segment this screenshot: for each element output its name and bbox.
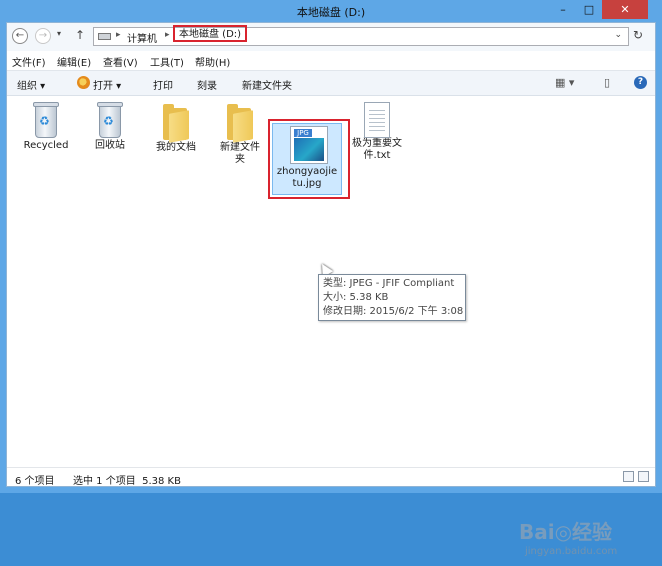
file-label: 回收站 bbox=[95, 140, 125, 151]
file-list-view[interactable]: ♻ Recycled ♻ 回收站 我的文档 新建文件夹 JPG zhongyao… bbox=[7, 96, 655, 557]
new-folder-button[interactable]: 新建文件夹 bbox=[242, 77, 292, 92]
menu-help[interactable]: 帮助(H) bbox=[195, 54, 230, 69]
file-label: 我的文档 bbox=[156, 142, 196, 153]
open-with-icon bbox=[77, 76, 90, 89]
file-item-new-folder[interactable]: 新建文件夹 bbox=[210, 102, 270, 166]
open-button[interactable]: 打开 ▾ bbox=[93, 77, 121, 92]
breadcrumb-separator[interactable]: ▸ bbox=[165, 30, 170, 40]
change-view-button[interactable]: ▦ ▾ bbox=[555, 76, 574, 89]
explorer-window: 本地磁盘 (D:) – □ ✕ ← → ▾ ↑ ▸ 计算机 ▸ 本地磁盘 (D:… bbox=[0, 0, 662, 557]
menu-edit[interactable]: 编辑(E) bbox=[57, 54, 91, 69]
tooltip-type: 类型: JPEG - JFIF Compliant bbox=[323, 278, 455, 289]
watermark-logo: Bai◎经验 bbox=[519, 520, 613, 544]
large-icons-view-icon[interactable] bbox=[638, 471, 649, 482]
forward-button[interactable]: → bbox=[35, 28, 51, 44]
tooltip-size: 大小: 5.38 KB bbox=[323, 292, 389, 303]
folder-icon bbox=[225, 102, 255, 143]
breadcrumb-computer[interactable]: 计算机 bbox=[127, 30, 157, 45]
details-view-icon[interactable] bbox=[623, 471, 634, 482]
up-button[interactable]: ↑ bbox=[75, 28, 85, 42]
file-label: 新建文件夹 bbox=[220, 142, 260, 165]
status-bar: 6 个项目 选中 1 个项目 5.38 KB bbox=[7, 467, 655, 487]
recent-locations-button[interactable]: ▾ bbox=[57, 29, 61, 38]
file-item-recycled[interactable]: ♻ Recycled bbox=[15, 102, 77, 152]
window-client: ← → ▾ ↑ ▸ 计算机 ▸ 本地磁盘 (D:) ⌄ ↻ 文件(F) 编辑(E… bbox=[6, 22, 656, 557]
text-file-icon bbox=[364, 102, 390, 138]
burn-button[interactable]: 刻录 bbox=[197, 77, 217, 92]
recycle-bin-icon: ♻ bbox=[97, 102, 123, 140]
item-count: 6 个项目 bbox=[15, 476, 55, 487]
breadcrumb-local-disk-d[interactable]: 本地磁盘 (D:) bbox=[173, 25, 248, 42]
drive-icon bbox=[98, 33, 111, 40]
address-bar[interactable]: ▸ 计算机 ▸ 本地磁盘 (D:) ⌄ bbox=[93, 25, 629, 46]
annotation-highlight-box bbox=[268, 119, 350, 199]
tooltip-modified: 修改日期: 2015/6/2 下午 3:08 bbox=[323, 306, 464, 317]
file-label: Recycled bbox=[23, 140, 69, 151]
close-button[interactable]: ✕ bbox=[602, 0, 648, 19]
help-icon[interactable]: ? bbox=[634, 76, 647, 89]
menu-view[interactable]: 查看(V) bbox=[103, 54, 138, 69]
menu-tools[interactable]: 工具(T) bbox=[150, 54, 184, 69]
file-info-tooltip: 类型: JPEG - JFIF Compliant 大小: 5.38 KB 修改… bbox=[318, 274, 466, 321]
back-button[interactable]: ← bbox=[12, 28, 28, 44]
file-item-important-txt[interactable]: 极为重要文件.txt bbox=[344, 102, 410, 162]
watermark-url: jingyan.baidu.com bbox=[525, 546, 618, 557]
organize-button[interactable]: 组织 ▾ bbox=[17, 77, 45, 92]
refresh-button[interactable]: ↻ bbox=[633, 28, 643, 42]
menu-bar: 文件(F) 编辑(E) 查看(V) 工具(T) 帮助(H) bbox=[7, 51, 655, 70]
file-label: 极为重要文件.txt bbox=[352, 138, 402, 161]
file-item-zhongyaojietu-jpg[interactable]: JPG zhongyaojietu.jpg bbox=[268, 119, 350, 273]
address-dropdown-button[interactable]: ⌄ bbox=[614, 30, 622, 40]
address-row: ← → ▾ ↑ ▸ 计算机 ▸ 本地磁盘 (D:) ⌄ ↻ bbox=[7, 23, 655, 51]
folder-icon bbox=[161, 102, 191, 143]
maximize-button[interactable]: □ bbox=[576, 0, 602, 19]
print-button[interactable]: 打印 bbox=[153, 77, 173, 92]
selection-info: 选中 1 个项目 5.38 KB bbox=[73, 476, 181, 487]
minimize-button[interactable]: – bbox=[550, 0, 576, 19]
baidu-jingyan-watermark: Bai◎经验 jingyan.baidu.com bbox=[519, 516, 659, 566]
recycle-bin-icon: ♻ bbox=[33, 102, 59, 140]
command-bar: 组织 ▾ 打开 ▾ 打印 刻录 新建文件夹 ▦ ▾ ▯ ? bbox=[7, 70, 655, 96]
preview-pane-button[interactable]: ▯ bbox=[604, 76, 610, 89]
file-item-my-documents[interactable]: 我的文档 bbox=[145, 102, 207, 154]
menu-file[interactable]: 文件(F) bbox=[12, 54, 46, 69]
title-bar[interactable]: 本地磁盘 (D:) – □ ✕ bbox=[0, 0, 662, 22]
breadcrumb-separator[interactable]: ▸ bbox=[116, 30, 121, 40]
file-item-recycle-bin[interactable]: ♻ 回收站 bbox=[79, 102, 141, 152]
